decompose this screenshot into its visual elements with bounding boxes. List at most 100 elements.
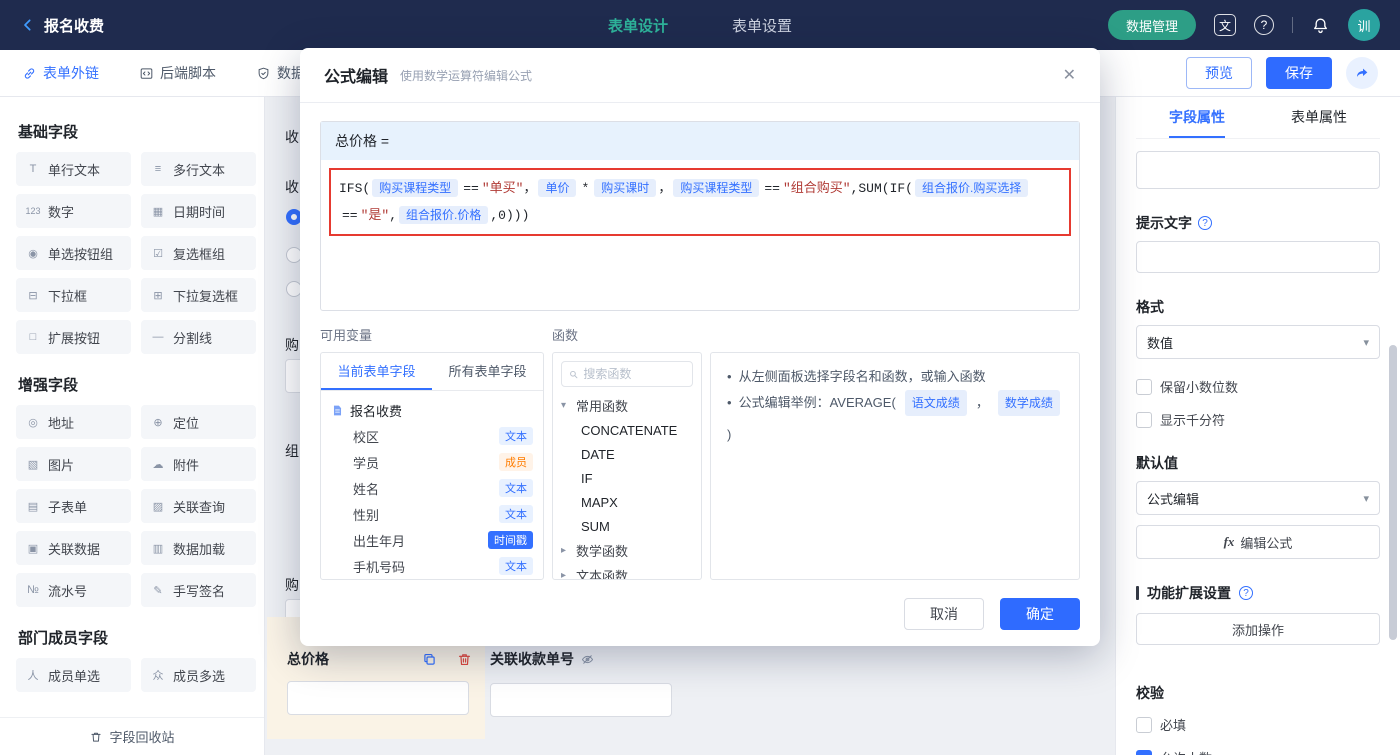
back-button[interactable]: 报名收费 — [20, 15, 104, 36]
variable-row[interactable]: 性别 文本 — [331, 501, 533, 527]
translate-icon[interactable]: 文 — [1214, 14, 1236, 36]
close-icon[interactable]: ✕ — [1063, 65, 1076, 85]
receipt-no-input[interactable] — [490, 683, 672, 717]
palette-item-label: 数字 — [48, 204, 75, 220]
confirm-button[interactable]: 确定 — [1000, 598, 1080, 630]
variable-row[interactable]: 校区 文本 — [331, 423, 533, 449]
function-group-math[interactable]: ▸ 数学函数 — [561, 538, 693, 563]
hint-text-input[interactable] — [1136, 241, 1380, 273]
cancel-button[interactable]: 取消 — [904, 598, 984, 630]
format-value: 数值 — [1147, 335, 1174, 351]
formula-string-token: "组合购买" — [782, 181, 851, 196]
function-item-if[interactable]: IF — [561, 466, 693, 490]
palette-item-location[interactable]: ⊕ 定位 — [141, 405, 256, 439]
modal-subtitle: 使用数学运算符编辑公式 — [400, 68, 533, 83]
function-search-input[interactable] — [583, 367, 686, 382]
variable-row[interactable]: 手机号码 文本 — [331, 553, 533, 579]
backend-script-link[interactable]: 后端脚本 — [139, 63, 216, 83]
variable-name: 校区 — [353, 429, 380, 445]
palette-item-subform[interactable]: ▤ 子表单 — [16, 489, 131, 523]
field-recycle-bin[interactable]: 字段回收站 — [0, 717, 264, 755]
tab-all-form-fields[interactable]: 所有表单字段 — [432, 353, 543, 390]
variables-root-node[interactable]: 报名收费 — [331, 397, 533, 423]
palette-item-label: 子表单 — [48, 499, 88, 515]
tab-current-form-fields[interactable]: 当前表单字段 — [321, 353, 432, 390]
tab-form-properties[interactable]: 表单属性 — [1291, 97, 1347, 138]
palette-item-signature[interactable]: ✎ 手写签名 — [141, 573, 256, 607]
delete-field-icon[interactable] — [456, 651, 473, 668]
palette-item-radio-group[interactable]: ◉ 单选按钮组 — [16, 236, 131, 270]
function-group-common[interactable]: ▾ 常用函数 — [561, 393, 693, 418]
help-icon[interactable]: ? — [1254, 15, 1274, 35]
tab-field-properties[interactable]: 字段属性 — [1169, 97, 1225, 138]
function-item-sum[interactable]: SUM — [561, 514, 693, 538]
palette-item-divider[interactable]: — 分割线 — [141, 320, 256, 354]
field-label: 收 — [285, 179, 299, 195]
edit-formula-button[interactable]: fx 编辑公式 — [1136, 525, 1380, 559]
checkbox-thousand-separator[interactable]: 显示千分符 — [1136, 410, 1380, 429]
palette-item-label: 数据加载 — [173, 541, 226, 557]
palette-item-data-load[interactable]: ▥ 数据加载 — [141, 531, 256, 565]
number-icon: 123 — [25, 206, 41, 216]
default-value-select[interactable]: 公式编辑 ▾ — [1136, 481, 1380, 515]
formula-editor[interactable]: IFS(购买课程类型 == "单买"， 单价 * 购买课时，购买课程类型 == "组合购买",… — [321, 160, 1079, 310]
palette-item-multi-line-text[interactable]: ≡ 多行文本 — [141, 152, 256, 186]
multi-line-text-icon: ≡ — [154, 163, 162, 175]
top-nav: 表单设计 表单设置 — [608, 15, 792, 36]
chevron-right-icon: ▸ — [561, 545, 567, 557]
palette-item-member-multi[interactable]: 众成员多选 — [141, 658, 256, 692]
palette-item-serial-number[interactable]: № 流水号 — [16, 573, 131, 607]
eye-off-icon — [582, 654, 593, 664]
bell-icon[interactable] — [1311, 16, 1330, 35]
palette-item-number[interactable]: 123 数字 — [16, 194, 131, 228]
formula-highlight-annotation: IFS(购买课程类型 == "单买"， 单价 * 购买课时，购买课程类型 == "组合购买",… — [329, 168, 1071, 236]
share-button[interactable] — [1346, 57, 1378, 89]
save-button[interactable]: 保存 — [1266, 57, 1332, 89]
hint-help-icon[interactable]: ? — [1198, 216, 1212, 230]
palette-item-image[interactable]: ▧ 图片 — [16, 447, 131, 481]
script-icon — [140, 67, 153, 79]
palette-item-attachment[interactable]: ☁ 附件 — [141, 447, 256, 481]
palette-item-linked-data[interactable]: ▣ 关联数据 — [16, 531, 131, 565]
form-external-link[interactable]: 表单外链 — [22, 63, 99, 83]
checkbox-required[interactable]: 必填 — [1136, 715, 1380, 734]
preview-button[interactable]: 预览 — [1186, 57, 1252, 89]
variable-name: 性别 — [353, 507, 380, 523]
variable-row[interactable]: 出生年月 时间戳 — [331, 527, 533, 553]
checkbox-allow-decimal[interactable]: 允许小数 — [1136, 748, 1380, 755]
data-manage-button[interactable]: 数据管理 — [1107, 10, 1196, 40]
formula-token: == — [764, 181, 780, 196]
checkbox-decimal-places[interactable]: 保留小数位数 — [1136, 377, 1380, 396]
palette-item-label: 地址 — [48, 415, 75, 431]
attachment-icon: ☁ — [152, 458, 164, 471]
function-item-mapx[interactable]: MAPX — [561, 490, 693, 514]
variable-row[interactable]: 姓名 文本 — [331, 475, 533, 501]
palette-section-title: 部门成员字段 — [18, 630, 109, 647]
function-item-concatenate[interactable]: CONCATENATE — [561, 418, 693, 442]
checkbox-label: 显示千分符 — [1160, 413, 1226, 428]
total-price-input[interactable] — [287, 681, 469, 715]
variable-type-tag: 时间戳 — [488, 531, 533, 549]
palette-item-address[interactable]: ◎ 地址 — [16, 405, 131, 439]
palette-item-single-line-text[interactable]: T 单行文本 — [16, 152, 131, 186]
tab-form-design[interactable]: 表单设计 — [608, 15, 668, 36]
palette-item-linked-query[interactable]: ▨ 关联查询 — [141, 489, 256, 523]
extension-help-icon[interactable]: ? — [1239, 586, 1253, 600]
format-select[interactable]: 数值 ▾ — [1136, 325, 1380, 359]
function-item-date[interactable]: DATE — [561, 442, 693, 466]
function-search-box — [561, 361, 693, 388]
palette-item-dropdown[interactable]: ⊟ 下拉框 — [16, 278, 131, 312]
palette-item-datetime[interactable]: ▦ 日期时间 — [141, 194, 256, 228]
palette-item-checkbox-group[interactable]: ☑ 复选框组 — [141, 236, 256, 270]
function-group-text[interactable]: ▸ 文本函数 — [561, 563, 693, 579]
palette-item-member-single[interactable]: 人成员单选 — [16, 658, 131, 692]
copy-field-icon[interactable] — [421, 651, 438, 668]
avatar[interactable]: 训 — [1348, 9, 1380, 41]
field-title-input[interactable] — [1136, 151, 1380, 189]
variable-row[interactable]: 学员 成员 — [331, 449, 533, 475]
scrollbar-thumb[interactable] — [1389, 345, 1397, 640]
add-action-button[interactable]: 添加操作 — [1136, 613, 1380, 645]
palette-item-extend-button[interactable]: □ 扩展按钮 — [16, 320, 131, 354]
palette-item-multi-dropdown[interactable]: ⊞ 下拉复选框 — [141, 278, 256, 312]
tab-form-settings[interactable]: 表单设置 — [732, 15, 792, 36]
